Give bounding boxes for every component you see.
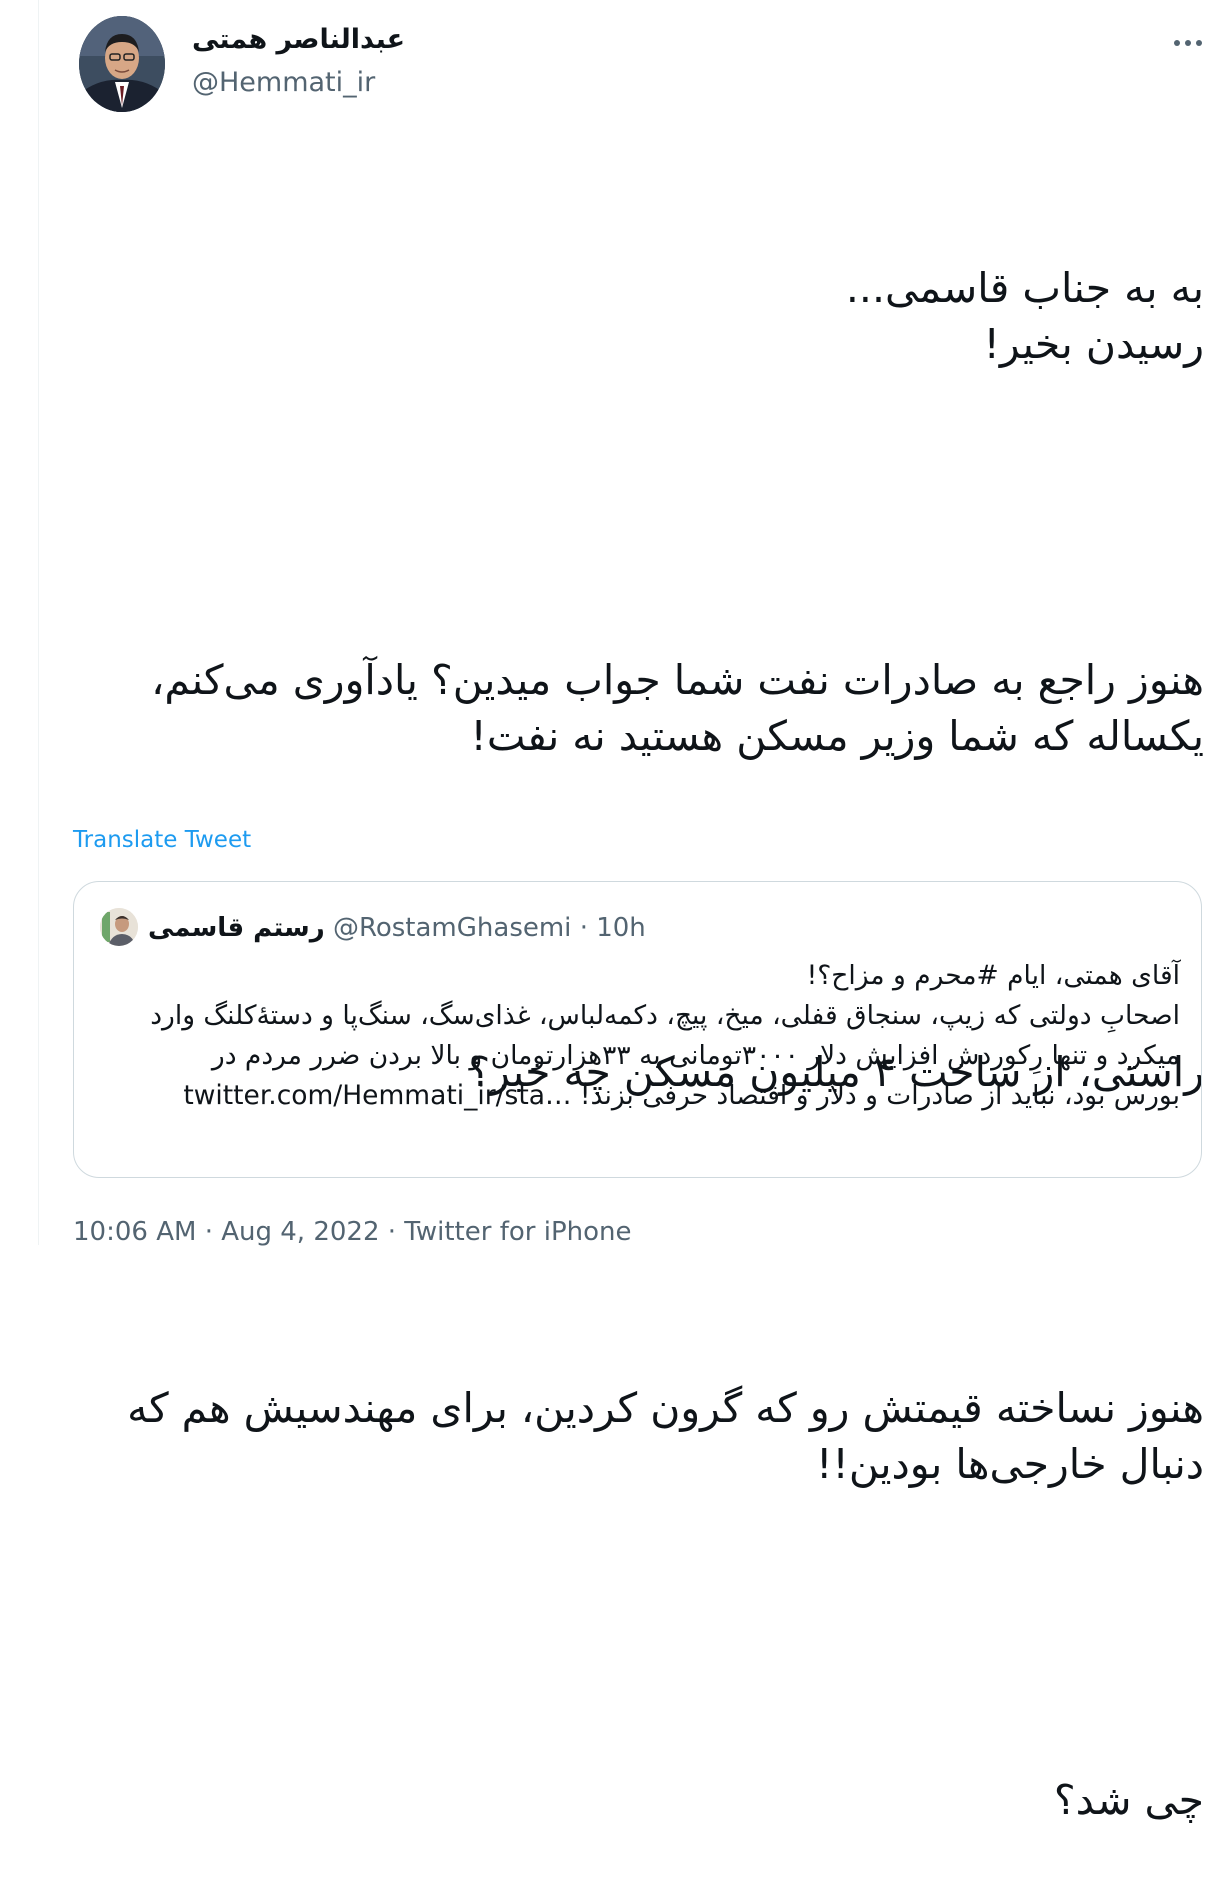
tweet-time[interactable]: 10:06 AM (73, 1217, 196, 1247)
translate-tweet-link[interactable]: Translate Tweet (73, 827, 251, 853)
quoted-tweet-time: 10h (596, 913, 646, 943)
profile-photo-icon (100, 908, 138, 946)
dot-separator: · (204, 1217, 213, 1247)
quoted-author-name: رستم قاسمی (148, 913, 325, 943)
quoted-tweet-card[interactable]: رستم قاسمی @RostamGhasemi · 10h آقای همت… (73, 881, 1202, 1178)
more-horizontal-icon (1174, 40, 1202, 46)
tweet-metadata: 10:06 AM · Aug 4, 2022 · Twitter for iPh… (73, 1212, 631, 1252)
dot-separator: · (579, 913, 588, 943)
profile-photo-icon (79, 16, 165, 112)
quoted-tweet-header: رستم قاسمی @RostamGhasemi · 10h (148, 912, 646, 944)
quoted-tweet-link: twitter.com/Hemmati_ir/sta… (183, 1080, 572, 1111)
quoted-author-avatar[interactable] (100, 908, 138, 946)
tweet-paragraph: چی شد؟ (1053, 1776, 1204, 1824)
author-avatar[interactable] (79, 16, 165, 112)
tweet-paragraph: به به جناب قاسمی... رسیدن بخیر! (845, 264, 1204, 368)
author-display-name[interactable]: عبدالناصر همتی (192, 24, 405, 56)
tweet-source[interactable]: Twitter for iPhone (404, 1217, 631, 1247)
tweet-paragraph: هنوز نساخته قیمتش رو که گرون کردین، برای… (114, 1384, 1204, 1488)
tweet-paragraph: هنوز راجع به صادرات نفت شما جواب میدین؟ … (138, 656, 1204, 760)
quoted-tweet-text: آقای همتی، ایام #محرم و مزاح؟! اصحابِ دو… (144, 956, 1180, 1116)
timeline-divider (38, 0, 39, 1245)
more-options-button[interactable] (1168, 26, 1208, 60)
author-handle[interactable]: @Hemmati_ir (192, 67, 375, 99)
quoted-author-handle: @RostamGhasemi (332, 913, 572, 943)
dot-separator: · (387, 1217, 397, 1247)
tweet-date[interactable]: Aug 4, 2022 (221, 1217, 379, 1247)
